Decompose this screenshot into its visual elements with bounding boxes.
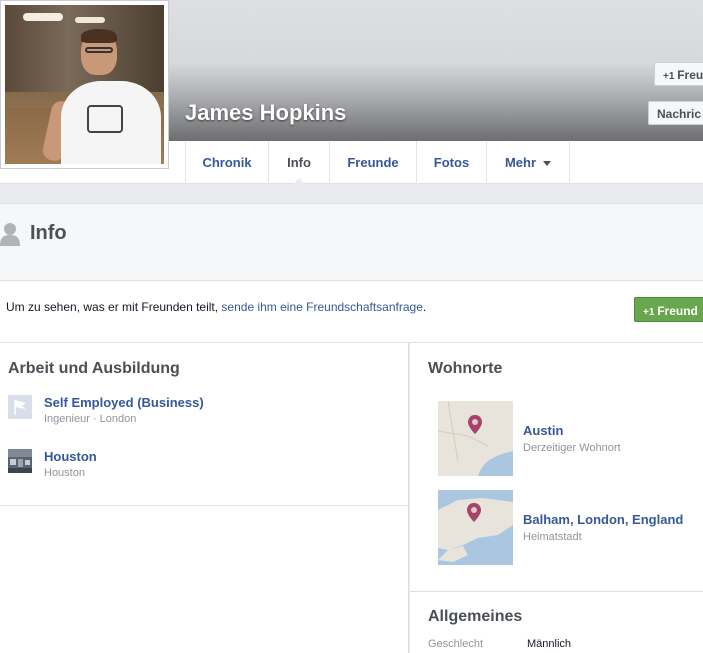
tab-label: Freunde [347, 155, 399, 170]
work-employer-detail: Ingenieur · London [44, 413, 137, 425]
caret-down-icon [543, 161, 552, 166]
gender-label: Geschlecht [428, 638, 484, 650]
add-friend-green-button[interactable]: +1 Freund [634, 297, 703, 322]
profile-picture[interactable] [0, 0, 169, 169]
work-school-link[interactable]: Houston [44, 449, 97, 464]
places-section: Wohnorte Austin Derzeitiger Wohnort Balh… [410, 343, 703, 653]
tab-freunde[interactable]: Freunde [329, 141, 416, 184]
work-education-section: Arbeit und Ausbildung Self Employed (Bus… [0, 343, 409, 653]
work-section-title: Arbeit und Ausbildung [8, 360, 180, 377]
message-button[interactable]: Nachric [648, 101, 703, 125]
work-school-detail: Houston [44, 467, 85, 479]
add-friend-button[interactable]: +1 Freu [654, 62, 703, 86]
map-thumbnail[interactable] [438, 490, 513, 565]
hometown-label: Heimatstadt [523, 531, 582, 543]
current-city-label: Derzeitiger Wohnort [523, 442, 621, 454]
message-label: Nachric [657, 107, 702, 121]
profile-photo [5, 5, 164, 164]
general-section-title: Allgemeines [428, 608, 523, 625]
tab-label: Info [287, 155, 311, 170]
tab-fotos[interactable]: Fotos [416, 141, 486, 184]
places-section-title: Wohnorte [428, 360, 503, 377]
plus-one-icon: +1 [663, 71, 678, 82]
tab-mehr[interactable]: Mehr [486, 141, 570, 184]
tab-chronik[interactable]: Chronik [185, 141, 268, 184]
tab-label: Fotos [433, 155, 470, 170]
notice-text-after: . [422, 300, 427, 314]
section-title-info: Info [30, 222, 67, 244]
add-friend-green-label: Freund [657, 304, 698, 318]
notice-text-before: Um zu sehen, was er mit Freunden teilt, [6, 300, 222, 314]
map-thumbnail[interactable] [438, 401, 513, 476]
school-thumbnail-icon [8, 449, 32, 473]
tab-label: Mehr [504, 155, 537, 170]
divider [410, 591, 703, 592]
friend-request-notice: Um zu sehen, was er mit Freunden teilt, … [0, 281, 703, 343]
gender-value: Männlich [527, 638, 572, 650]
tab-label: Chronik [202, 155, 252, 170]
tab-info[interactable]: Info [268, 141, 329, 185]
flag-icon [8, 395, 32, 419]
notice-text: Um zu sehen, was er mit Freunden teilt, … [6, 300, 426, 314]
current-city-link[interactable]: Austin [523, 423, 563, 438]
divider [0, 505, 409, 506]
hometown-link[interactable]: Balham, London, England [523, 512, 683, 527]
work-employer-link[interactable]: Self Employed (Business) [44, 395, 204, 410]
add-friend-label: Freu [677, 68, 703, 82]
info-header: Info [0, 203, 703, 281]
person-icon [0, 223, 20, 246]
profile-name[interactable]: James Hopkins [185, 100, 346, 126]
friend-request-link[interactable]: sende ihm eine Freundschaftsanfrage [221, 300, 422, 314]
plus-one-icon: +1 [643, 307, 658, 318]
